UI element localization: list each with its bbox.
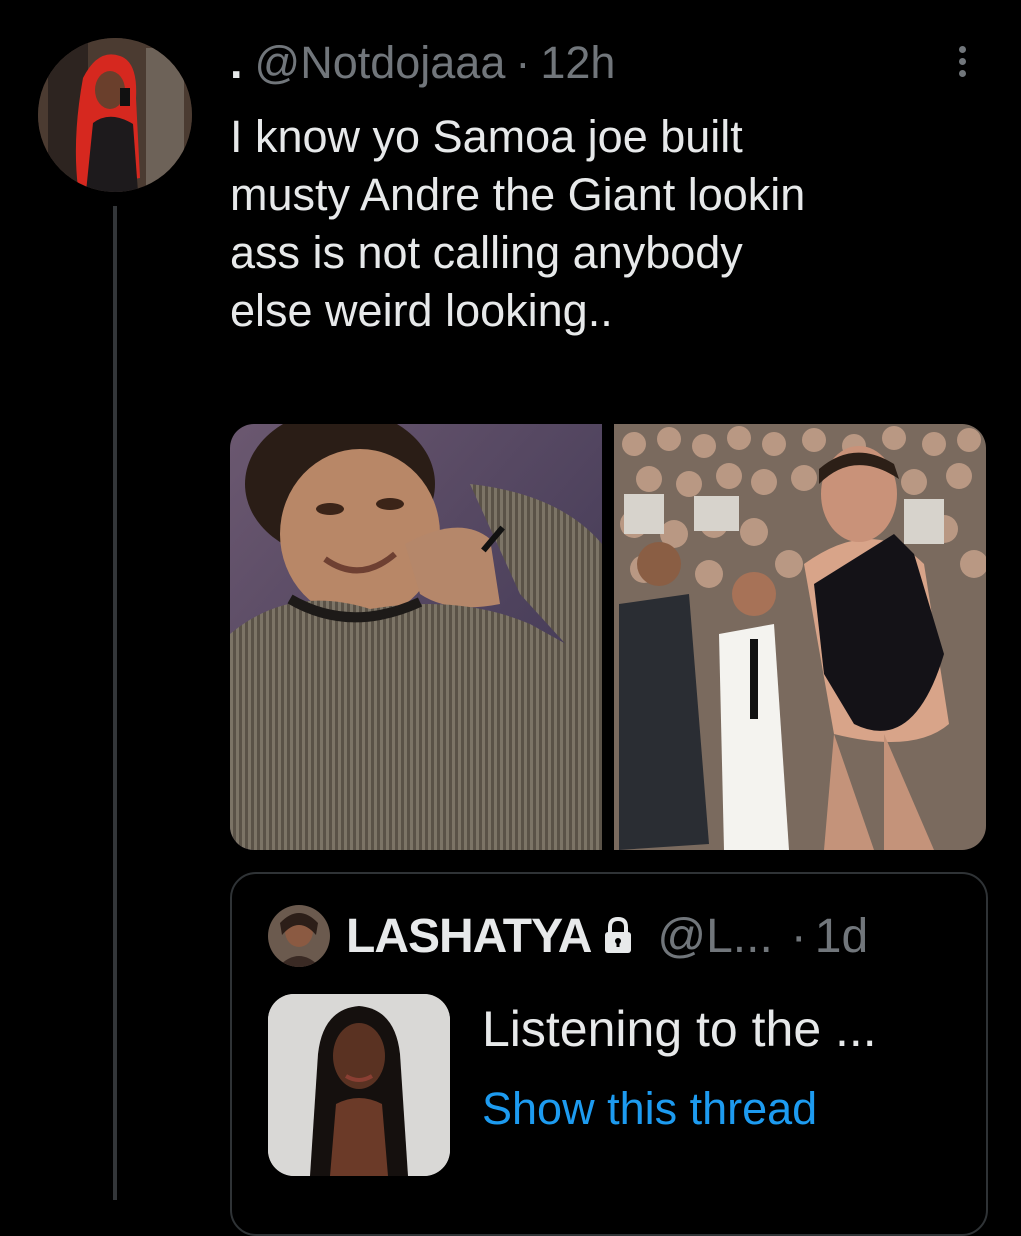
tweet-text-line: I know yo Samoa joe built <box>230 111 743 162</box>
quoted-tweet-card[interactable]: LASHATYA @L... · 1d Listening to the ...… <box>230 872 988 1236</box>
quoted-tweet-timestamp: 1d <box>814 909 869 963</box>
author-avatar[interactable] <box>38 38 192 192</box>
more-options-button[interactable] <box>942 36 982 86</box>
tweet-media-grid <box>230 424 986 850</box>
tweet-timestamp[interactable]: 12h <box>540 37 615 89</box>
quoted-author-handle: @L... <box>657 909 773 963</box>
quoted-thumbnail-image <box>268 994 450 1176</box>
photo-woman-smiling-image <box>230 424 602 850</box>
author-handle[interactable]: @Notdojaaa <box>255 37 506 89</box>
quoted-author-avatar <box>268 905 330 967</box>
quoted-author-avatar-image <box>268 905 330 967</box>
tweet-text-line: ass is not calling anybody <box>230 227 743 278</box>
quoted-tweet-text: Listening to the ... <box>482 1001 877 1057</box>
show-thread-link[interactable]: Show this thread <box>482 1074 817 1144</box>
thread-connector-line <box>113 206 117 1200</box>
header-separator: · <box>515 37 531 88</box>
quoted-tweet-thumbnail <box>268 994 450 1176</box>
tweet-photo-1[interactable] <box>230 424 602 850</box>
more-options-icon <box>958 45 966 77</box>
tweet-photo-2[interactable] <box>614 424 986 850</box>
tweet-text: I know yo Samoa joe built musty Andre th… <box>230 108 1000 340</box>
lock-icon <box>603 917 633 955</box>
tweet-text-line: else weird looking.. <box>230 285 613 336</box>
tweet-text-line: musty Andre the Giant lookin <box>230 169 806 220</box>
quoted-author-name: LASHATYA <box>346 909 592 963</box>
author-avatar-image <box>38 38 192 192</box>
author-display-name[interactable]: . <box>230 37 243 89</box>
photo-wrestler-crowd-image <box>614 424 986 850</box>
tweet-header: . @Notdojaaa · 12h <box>230 37 615 89</box>
quoted-header-separator: · <box>790 909 807 963</box>
quoted-tweet-header: LASHATYA @L... · 1d <box>268 904 868 968</box>
